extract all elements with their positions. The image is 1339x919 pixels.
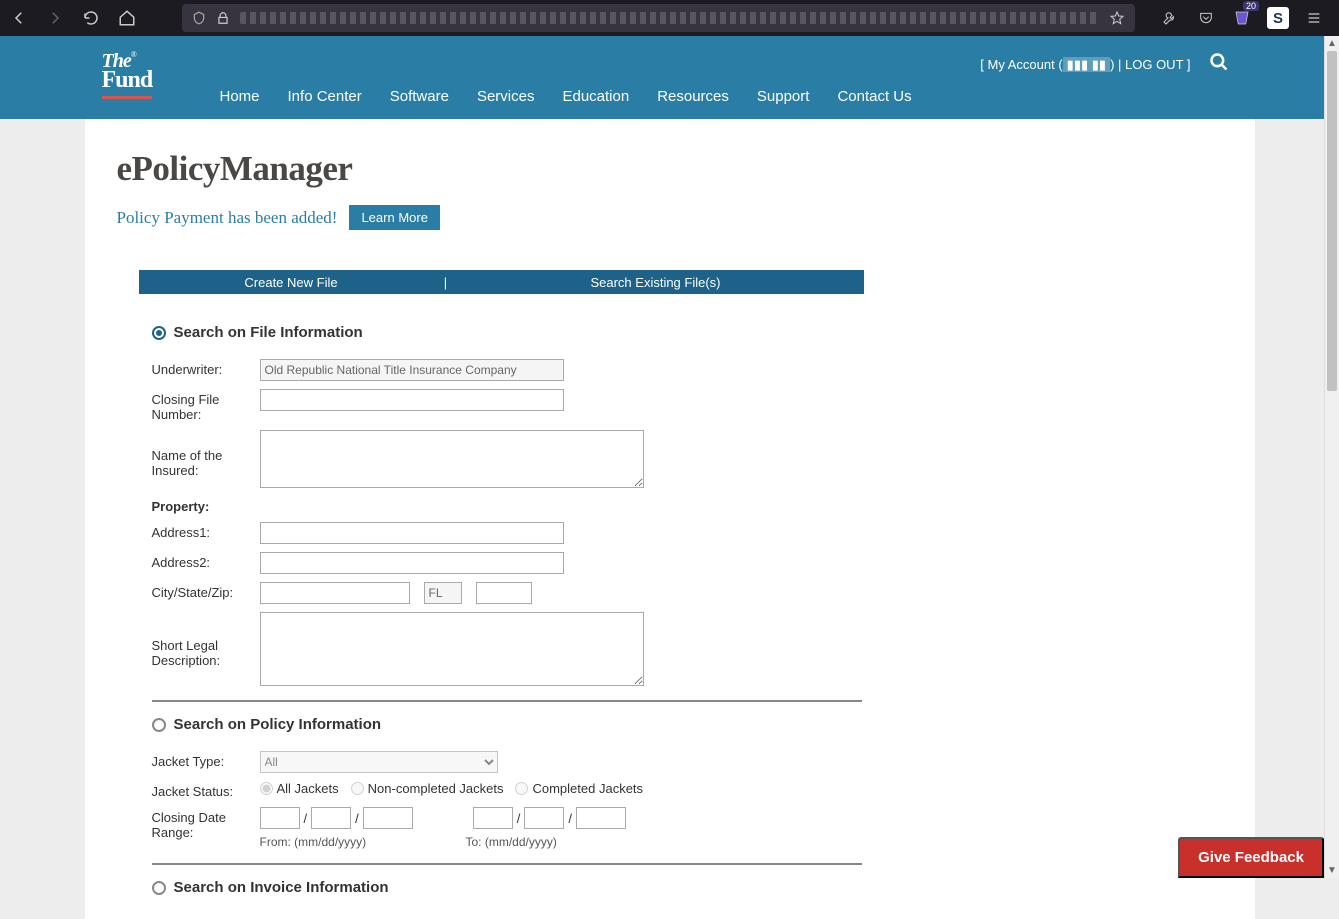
nav-resources[interactable]: Resources [657, 88, 729, 105]
url-blurred [240, 12, 1099, 24]
address2-input[interactable] [260, 552, 564, 574]
hamburger-icon[interactable] [1303, 7, 1325, 29]
bookmark-star-icon[interactable] [1109, 10, 1125, 26]
radio-noncompleted-jackets[interactable]: Non-completed Jackets [351, 781, 504, 796]
to-yyyy-input[interactable] [576, 807, 626, 829]
search-icon[interactable] [1209, 52, 1229, 78]
nav-info-center[interactable]: Info Center [288, 88, 362, 105]
scroll-down-icon[interactable]: ▼ [1325, 863, 1339, 878]
home-icon[interactable] [116, 7, 138, 29]
jacket-type-select[interactable]: All [260, 751, 498, 773]
vertical-scrollbar[interactable]: ▲ ▼ [1324, 36, 1339, 878]
scroll-thumb[interactable] [1327, 51, 1337, 391]
to-hint: To: (mm/dd/yyyy) [466, 835, 557, 849]
label-city-state-zip: City/State/Zip: [152, 582, 260, 600]
divider-2 [152, 863, 862, 865]
shield-icon [192, 11, 206, 25]
address-bar[interactable] [182, 4, 1135, 32]
to-dd-input[interactable] [524, 807, 564, 829]
back-icon[interactable] [8, 7, 30, 29]
city-input[interactable] [260, 582, 410, 604]
section-policy-info-head[interactable]: Search on Policy Information [152, 716, 862, 733]
learn-more-button[interactable]: Learn More [349, 205, 439, 230]
forward-icon[interactable] [44, 7, 66, 29]
from-mm-input[interactable] [260, 807, 300, 829]
account-bar: [ My Account (▮▮▮ ▮▮) | LOG OUT ] [980, 52, 1228, 78]
from-hint: From: (mm/dd/yyyy) [260, 835, 466, 849]
divider-1 [152, 700, 862, 702]
badge-count: 20 [1243, 1, 1259, 11]
label-jacket-status: Jacket Status: [152, 781, 260, 799]
label-address1: Address1: [152, 522, 260, 540]
from-dd-input[interactable] [311, 807, 351, 829]
notice-message: Policy Payment has been added! [117, 208, 338, 228]
tab-create-new-file[interactable]: Create New File [139, 270, 444, 294]
date-from-group: / / [260, 807, 413, 829]
site-logo[interactable]: The® Fund [102, 50, 153, 99]
insured-textarea[interactable] [260, 430, 644, 488]
radio-file-info[interactable] [152, 326, 166, 340]
scroll-up-icon[interactable]: ▲ [1325, 36, 1339, 51]
give-feedback-button[interactable]: Give Feedback [1178, 837, 1324, 878]
state-input [424, 582, 462, 604]
nav-support[interactable]: Support [757, 88, 810, 105]
radio-all-jackets[interactable]: All Jackets [260, 781, 339, 796]
reload-icon[interactable] [80, 7, 102, 29]
nav-services[interactable]: Services [477, 88, 535, 105]
label-jacket-type: Jacket Type: [152, 751, 260, 769]
extension-icon[interactable]: 20 [1231, 7, 1253, 29]
date-to-group: / / [473, 807, 626, 829]
closing-file-input[interactable] [260, 389, 564, 411]
radio-invoice-info[interactable] [152, 881, 166, 895]
label-address2: Address2: [152, 552, 260, 570]
lock-icon [216, 11, 230, 25]
account-code: ▮▮▮ ▮▮ [1063, 57, 1110, 72]
label-closing-file: Closing File Number: [152, 389, 260, 422]
s-icon[interactable]: S [1267, 7, 1289, 29]
section-invoice-info-head[interactable]: Search on Invoice Information [152, 879, 862, 896]
account-open: [ My Account ( [980, 57, 1062, 72]
nav-contact-us[interactable]: Contact Us [837, 88, 911, 105]
tab-search-existing-files[interactable]: Search Existing File(s) [448, 270, 864, 294]
browser-chrome: 20 S [0, 0, 1339, 36]
label-closing-date-range: Closing Date Range: [152, 807, 260, 840]
to-mm-input[interactable] [473, 807, 513, 829]
wrench-icon[interactable] [1159, 7, 1181, 29]
radio-completed-jackets[interactable]: Completed Jackets [515, 781, 643, 796]
label-property: Property: [152, 496, 260, 514]
legal-description-textarea[interactable] [260, 612, 644, 686]
page-body: ePolicyManager Policy Payment has been a… [85, 119, 1255, 919]
nav-home[interactable]: Home [220, 88, 260, 105]
nav-software[interactable]: Software [390, 88, 449, 105]
label-legal-description: Short Legal Description: [152, 612, 260, 668]
site-header: The® Fund Home Info Center Software Serv… [0, 36, 1339, 119]
logout-link[interactable]: LOG OUT ] [1125, 57, 1191, 72]
underwriter-input [260, 359, 564, 381]
pocket-icon[interactable] [1195, 7, 1217, 29]
address1-input[interactable] [260, 522, 564, 544]
section-file-info-head[interactable]: Search on File Information [152, 324, 862, 341]
radio-policy-info[interactable] [152, 718, 166, 732]
from-yyyy-input[interactable] [363, 807, 413, 829]
label-underwriter: Underwriter: [152, 359, 260, 377]
label-insured: Name of the Insured: [152, 430, 260, 478]
primary-nav: Home Info Center Software Services Educa… [220, 88, 912, 119]
nav-education[interactable]: Education [562, 88, 629, 105]
page-title: ePolicyManager [117, 149, 1223, 189]
action-tabs: Create New File | Search Existing File(s… [139, 270, 864, 294]
zip-input[interactable] [476, 582, 532, 604]
